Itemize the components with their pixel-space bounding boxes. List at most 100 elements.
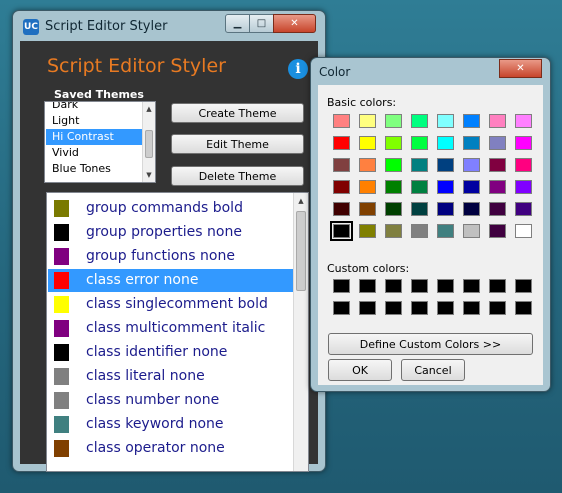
- basic-color-cell[interactable]: [411, 136, 428, 150]
- basic-color-cell[interactable]: [463, 158, 480, 172]
- style-row[interactable]: class identifier none: [48, 341, 293, 364]
- scroll-thumb[interactable]: [145, 130, 153, 158]
- theme-item-vivid[interactable]: Vivid: [46, 145, 144, 161]
- custom-color-cell[interactable]: [463, 279, 480, 293]
- basic-color-cell[interactable]: [411, 224, 428, 238]
- basic-color-cell[interactable]: [333, 180, 350, 194]
- basic-color-cell[interactable]: [515, 114, 532, 128]
- style-row[interactable]: class number none: [48, 389, 293, 412]
- basic-color-cell[interactable]: [489, 224, 506, 238]
- basic-color-cell[interactable]: [515, 136, 532, 150]
- basic-color-cell[interactable]: [437, 202, 454, 216]
- basic-color-cell[interactable]: [463, 114, 480, 128]
- basic-color-cell[interactable]: [437, 180, 454, 194]
- basic-color-cell[interactable]: [385, 136, 402, 150]
- style-row[interactable]: class singlecomment bold: [48, 293, 293, 316]
- basic-color-cell[interactable]: [333, 202, 350, 216]
- basic-color-cell[interactable]: [411, 158, 428, 172]
- custom-color-cell[interactable]: [515, 301, 532, 315]
- custom-color-cell[interactable]: [385, 301, 402, 315]
- style-row[interactable]: group functions none: [48, 245, 293, 268]
- custom-color-cell[interactable]: [437, 301, 454, 315]
- basic-color-cell[interactable]: [385, 114, 402, 128]
- basic-color-cell[interactable]: [515, 180, 532, 194]
- scroll-down-arrow-icon[interactable]: ▼: [143, 169, 155, 181]
- cancel-button[interactable]: Cancel: [401, 359, 465, 381]
- basic-color-cell[interactable]: [385, 224, 402, 238]
- style-row[interactable]: class literal none: [48, 365, 293, 388]
- basic-color-cell[interactable]: [359, 180, 376, 194]
- custom-color-cell[interactable]: [359, 301, 376, 315]
- basic-color-cell[interactable]: [333, 136, 350, 150]
- basic-color-cell[interactable]: [359, 114, 376, 128]
- basic-color-cell[interactable]: [385, 202, 402, 216]
- custom-color-cell[interactable]: [463, 301, 480, 315]
- style-row[interactable]: class multicomment italic: [48, 317, 293, 340]
- basic-color-cell[interactable]: [411, 202, 428, 216]
- saved-themes-list[interactable]: Dark Light Hi Contrast Vivid Blue Tones …: [44, 101, 156, 183]
- basic-color-cell[interactable]: [359, 136, 376, 150]
- basic-color-cell[interactable]: [385, 158, 402, 172]
- basic-color-cell[interactable]: [489, 136, 506, 150]
- theme-item-hi-contrast[interactable]: Hi Contrast: [46, 129, 144, 145]
- basic-color-cell[interactable]: [359, 202, 376, 216]
- style-list-scrollbar[interactable]: ▲: [293, 193, 308, 471]
- theme-item-dark[interactable]: Dark: [46, 102, 144, 113]
- basic-color-cell[interactable]: [411, 180, 428, 194]
- minimize-button[interactable]: ▁: [225, 14, 250, 33]
- basic-color-cell[interactable]: [463, 136, 480, 150]
- style-row[interactable]: group commands bold: [48, 197, 293, 220]
- custom-color-cell[interactable]: [437, 279, 454, 293]
- basic-color-cell[interactable]: [333, 158, 350, 172]
- custom-color-cell[interactable]: [489, 301, 506, 315]
- style-row[interactable]: class error none: [48, 269, 293, 292]
- scroll-up-arrow-icon[interactable]: ▲: [294, 195, 308, 207]
- basic-color-cell[interactable]: [333, 114, 350, 128]
- basic-color-cell[interactable]: [359, 224, 376, 238]
- basic-color-cell[interactable]: [489, 158, 506, 172]
- custom-color-cell[interactable]: [359, 279, 376, 293]
- basic-color-cell[interactable]: [489, 180, 506, 194]
- info-icon[interactable]: i: [288, 59, 308, 79]
- basic-color-cell[interactable]: [463, 224, 480, 238]
- theme-item-light[interactable]: Light: [46, 113, 144, 129]
- basic-color-cell[interactable]: [359, 158, 376, 172]
- custom-color-cell[interactable]: [411, 279, 428, 293]
- scroll-up-arrow-icon[interactable]: ▲: [143, 103, 155, 115]
- custom-color-cell[interactable]: [489, 279, 506, 293]
- title-bar[interactable]: UC Script Editor Styler ▁ □ ✕: [13, 11, 325, 41]
- basic-color-cell[interactable]: [489, 202, 506, 216]
- basic-color-cell[interactable]: [437, 158, 454, 172]
- delete-theme-button[interactable]: Delete Theme: [171, 166, 304, 186]
- basic-color-cell[interactable]: [515, 202, 532, 216]
- basic-color-cell[interactable]: [515, 224, 532, 238]
- custom-color-cell[interactable]: [333, 279, 350, 293]
- style-row[interactable]: group properties none: [48, 221, 293, 244]
- scroll-thumb[interactable]: [296, 211, 306, 291]
- custom-color-cell[interactable]: [515, 279, 532, 293]
- ok-button[interactable]: OK: [328, 359, 392, 381]
- basic-color-cell[interactable]: [489, 114, 506, 128]
- close-button[interactable]: ✕: [273, 14, 316, 33]
- maximize-button[interactable]: □: [249, 14, 274, 33]
- basic-color-cell[interactable]: [515, 158, 532, 172]
- basic-color-cell[interactable]: [385, 180, 402, 194]
- style-row[interactable]: class keyword none: [48, 413, 293, 436]
- style-list[interactable]: ▲ group commands bold group properties no…: [46, 192, 309, 472]
- basic-color-cell[interactable]: [330, 221, 353, 241]
- basic-color-cell[interactable]: [437, 136, 454, 150]
- basic-color-cell[interactable]: [463, 180, 480, 194]
- basic-color-cell[interactable]: [411, 114, 428, 128]
- basic-color-cell[interactable]: [437, 224, 454, 238]
- style-row[interactable]: class operator none: [48, 437, 293, 460]
- custom-color-cell[interactable]: [385, 279, 402, 293]
- edit-theme-button[interactable]: Edit Theme: [171, 134, 304, 154]
- custom-color-cell[interactable]: [333, 301, 350, 315]
- define-custom-colors-button[interactable]: Define Custom Colors >>: [328, 333, 533, 355]
- theme-item-blue-tones[interactable]: Blue Tones: [46, 161, 144, 177]
- close-button[interactable]: ✕: [499, 59, 542, 78]
- basic-color-cell[interactable]: [437, 114, 454, 128]
- create-theme-button[interactable]: Create Theme: [171, 103, 304, 123]
- themes-scrollbar[interactable]: ▲ ▼: [142, 102, 155, 182]
- basic-color-cell[interactable]: [463, 202, 480, 216]
